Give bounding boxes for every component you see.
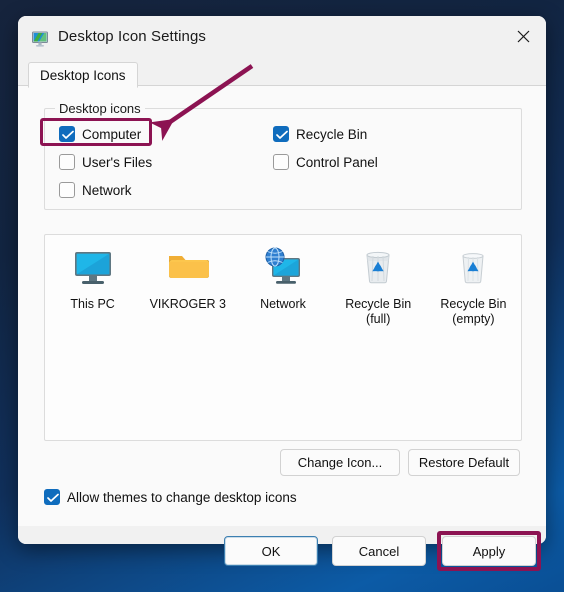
change-icon-button[interactable]: Change Icon...: [280, 449, 400, 476]
preview-label-recycle-bin-empty: Recycle Bin (empty): [440, 297, 507, 326]
preview-label-network: Network: [260, 297, 306, 311]
checkbox-row-network[interactable]: Network: [59, 182, 132, 198]
tab-desktop-icons[interactable]: Desktop Icons: [28, 62, 138, 88]
preview-item-network[interactable]: Network: [235, 243, 330, 327]
control-panel-checkbox[interactable]: [273, 154, 289, 170]
checkbox-row-computer[interactable]: Computer: [59, 126, 141, 142]
recycle-bin-full-icon: [354, 243, 402, 291]
cancel-button[interactable]: Cancel: [332, 536, 426, 566]
desktop-icon-settings-dialog: Desktop Icon Settings Desktop Icons Desk…: [18, 16, 546, 544]
network-checkbox[interactable]: [59, 182, 75, 198]
icon-preview-row: This PC VIKROGER 3 Network Recycle Bin (…: [45, 243, 521, 327]
allow-themes-label: Allow themes to change desktop icons: [67, 489, 297, 505]
checkbox-label-recycle-bin: Recycle Bin: [296, 126, 368, 142]
apply-button[interactable]: Apply: [442, 536, 536, 566]
preview-item-recycle-bin-full[interactable]: Recycle Bin (full): [331, 243, 426, 327]
window-title: Desktop Icon Settings: [58, 28, 207, 45]
tab-strip: Desktop Icons: [18, 62, 546, 88]
desktop-monitor-icon: [30, 29, 50, 49]
preview-item-this-pc[interactable]: This PC: [45, 243, 140, 327]
checkbox-label-network: Network: [82, 182, 132, 198]
recycle-bin-empty-icon: [449, 243, 497, 291]
preview-label-user-folder: VIKROGER 3: [149, 297, 227, 311]
checkbox-label-control-panel: Control Panel: [296, 154, 378, 170]
ok-button[interactable]: OK: [224, 536, 318, 566]
restore-default-button[interactable]: Restore Default: [408, 449, 520, 476]
computer-checkbox[interactable]: [59, 126, 75, 142]
desktop-icons-groupbox: Desktop icons Computer User's Files Netw…: [44, 101, 522, 210]
allow-themes-checkbox[interactable]: [44, 489, 60, 505]
checkbox-row-recycle-bin[interactable]: Recycle Bin: [273, 126, 367, 142]
preview-item-recycle-bin-empty[interactable]: Recycle Bin (empty): [426, 243, 521, 327]
allow-themes-checkbox-row[interactable]: Allow themes to change desktop icons: [44, 489, 297, 505]
checkbox-label-computer: Computer: [82, 126, 142, 142]
preview-label-recycle-bin-full: Recycle Bin (full): [345, 297, 412, 326]
tab-label: Desktop Icons: [40, 67, 126, 83]
close-icon[interactable]: [500, 16, 546, 56]
user-folder-icon: [164, 243, 212, 291]
recycle-bin-checkbox[interactable]: [273, 126, 289, 142]
title-bar: Desktop Icon Settings: [18, 16, 546, 62]
preview-label-this-pc: This PC: [70, 297, 115, 311]
users-files-checkbox[interactable]: [59, 154, 75, 170]
groupbox-label: Desktop icons: [55, 101, 145, 116]
icon-preview-panel: This PC VIKROGER 3 Network Recycle Bin (…: [44, 234, 522, 441]
this-pc-monitor-icon: [69, 243, 117, 291]
preview-item-user-folder[interactable]: VIKROGER 3: [140, 243, 235, 327]
checkbox-row-control-panel[interactable]: Control Panel: [273, 154, 378, 170]
checkbox-label-users-files: User's Files: [82, 154, 153, 170]
checkbox-row-users-files[interactable]: User's Files: [59, 154, 152, 170]
network-globe-monitor-icon: [259, 243, 307, 291]
tab-page: Desktop icons Computer User's Files Netw…: [18, 85, 546, 527]
